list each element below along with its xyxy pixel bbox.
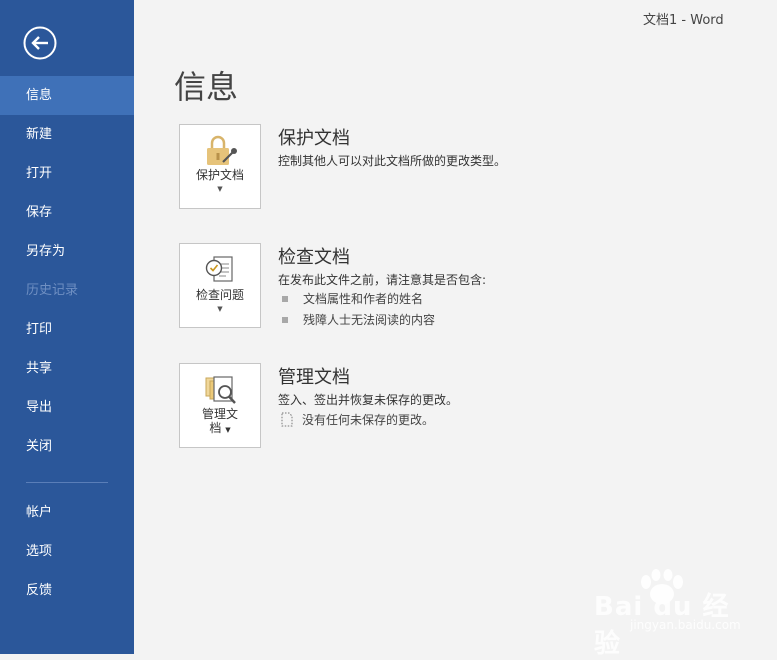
back-arrow-icon[interactable] bbox=[23, 26, 57, 60]
backstage-nav: 信息 新建 打开 保存 另存为 历史记录 打印 共享 导出 关闭 帐户 选项 反… bbox=[0, 76, 134, 610]
nav-item-save[interactable]: 保存 bbox=[0, 193, 134, 232]
manage-document-label: 管理文 档 ▼ bbox=[201, 407, 238, 435]
nav-item-close[interactable]: 关闭 bbox=[0, 427, 134, 466]
protect-heading: 保护文档 bbox=[278, 128, 350, 149]
nav-item-open[interactable]: 打开 bbox=[0, 154, 134, 193]
nav-divider bbox=[26, 482, 108, 483]
nav-item-new[interactable]: 新建 bbox=[0, 115, 134, 154]
baidu-jingyan-watermark: Bai du 经验 jingyan.baidu.com bbox=[592, 568, 742, 659]
nav-item-save-as[interactable]: 另存为 bbox=[0, 232, 134, 271]
nav-item-share[interactable]: 共享 bbox=[0, 349, 134, 388]
window-title: 文档1 - Word bbox=[643, 13, 724, 28]
manage-heading: 管理文档 bbox=[278, 367, 350, 388]
nav-item-history: 历史记录 bbox=[26, 283, 79, 298]
check-issues-label: 检查问题 bbox=[195, 288, 244, 302]
nav-item-print[interactable]: 打印 bbox=[0, 310, 134, 349]
watermark-url: jingyan.baidu.com bbox=[630, 618, 741, 632]
manage-document-icon bbox=[205, 376, 236, 404]
lock-key-icon bbox=[207, 135, 237, 165]
chevron-down-icon: ▼ bbox=[225, 426, 231, 434]
inspect-heading: 检查文档 bbox=[278, 247, 350, 268]
manage-description: 签入、签出并恢复未保存的更改。 bbox=[278, 393, 459, 407]
chevron-down-icon: ▼ bbox=[217, 305, 223, 313]
backstage-sidebar: 信息 新建 打开 保存 另存为 历史记录 打印 共享 导出 关闭 帐户 选项 反… bbox=[0, 0, 134, 654]
manage-document-button[interactable]: 管理文 档 ▼ bbox=[179, 363, 261, 448]
nav-item-info[interactable]: 信息 bbox=[0, 76, 134, 115]
dotted-document-icon bbox=[281, 412, 293, 426]
protect-document-label: 保护文档 bbox=[195, 168, 244, 182]
nav-item-export[interactable]: 导出 bbox=[0, 388, 134, 427]
list-item: 残障人士无法阅读的内容 bbox=[282, 312, 435, 328]
unsaved-status: 没有任何未保存的更改。 bbox=[280, 412, 434, 428]
page-title: 信息 bbox=[174, 68, 239, 106]
list-item: 文档属性和作者的姓名 bbox=[282, 291, 423, 307]
nav-item-feedback[interactable]: 反馈 bbox=[0, 571, 134, 610]
check-issues-button[interactable]: 检查问题 ▼ bbox=[179, 243, 261, 328]
bullet-square-icon bbox=[282, 295, 288, 302]
inspect-document-icon bbox=[205, 256, 233, 282]
protect-description: 控制其他人可以对此文档所做的更改类型。 bbox=[278, 154, 507, 168]
bullet-square-icon bbox=[282, 316, 288, 323]
nav-item-options[interactable]: 选项 bbox=[0, 532, 134, 571]
chevron-down-icon: ▼ bbox=[217, 185, 223, 193]
inspect-description: 在发布此文件之前，请注意其是否包含: bbox=[278, 273, 487, 287]
protect-document-button[interactable]: 保护文档 ▼ bbox=[179, 124, 261, 209]
nav-item-account[interactable]: 帐户 bbox=[0, 493, 134, 532]
